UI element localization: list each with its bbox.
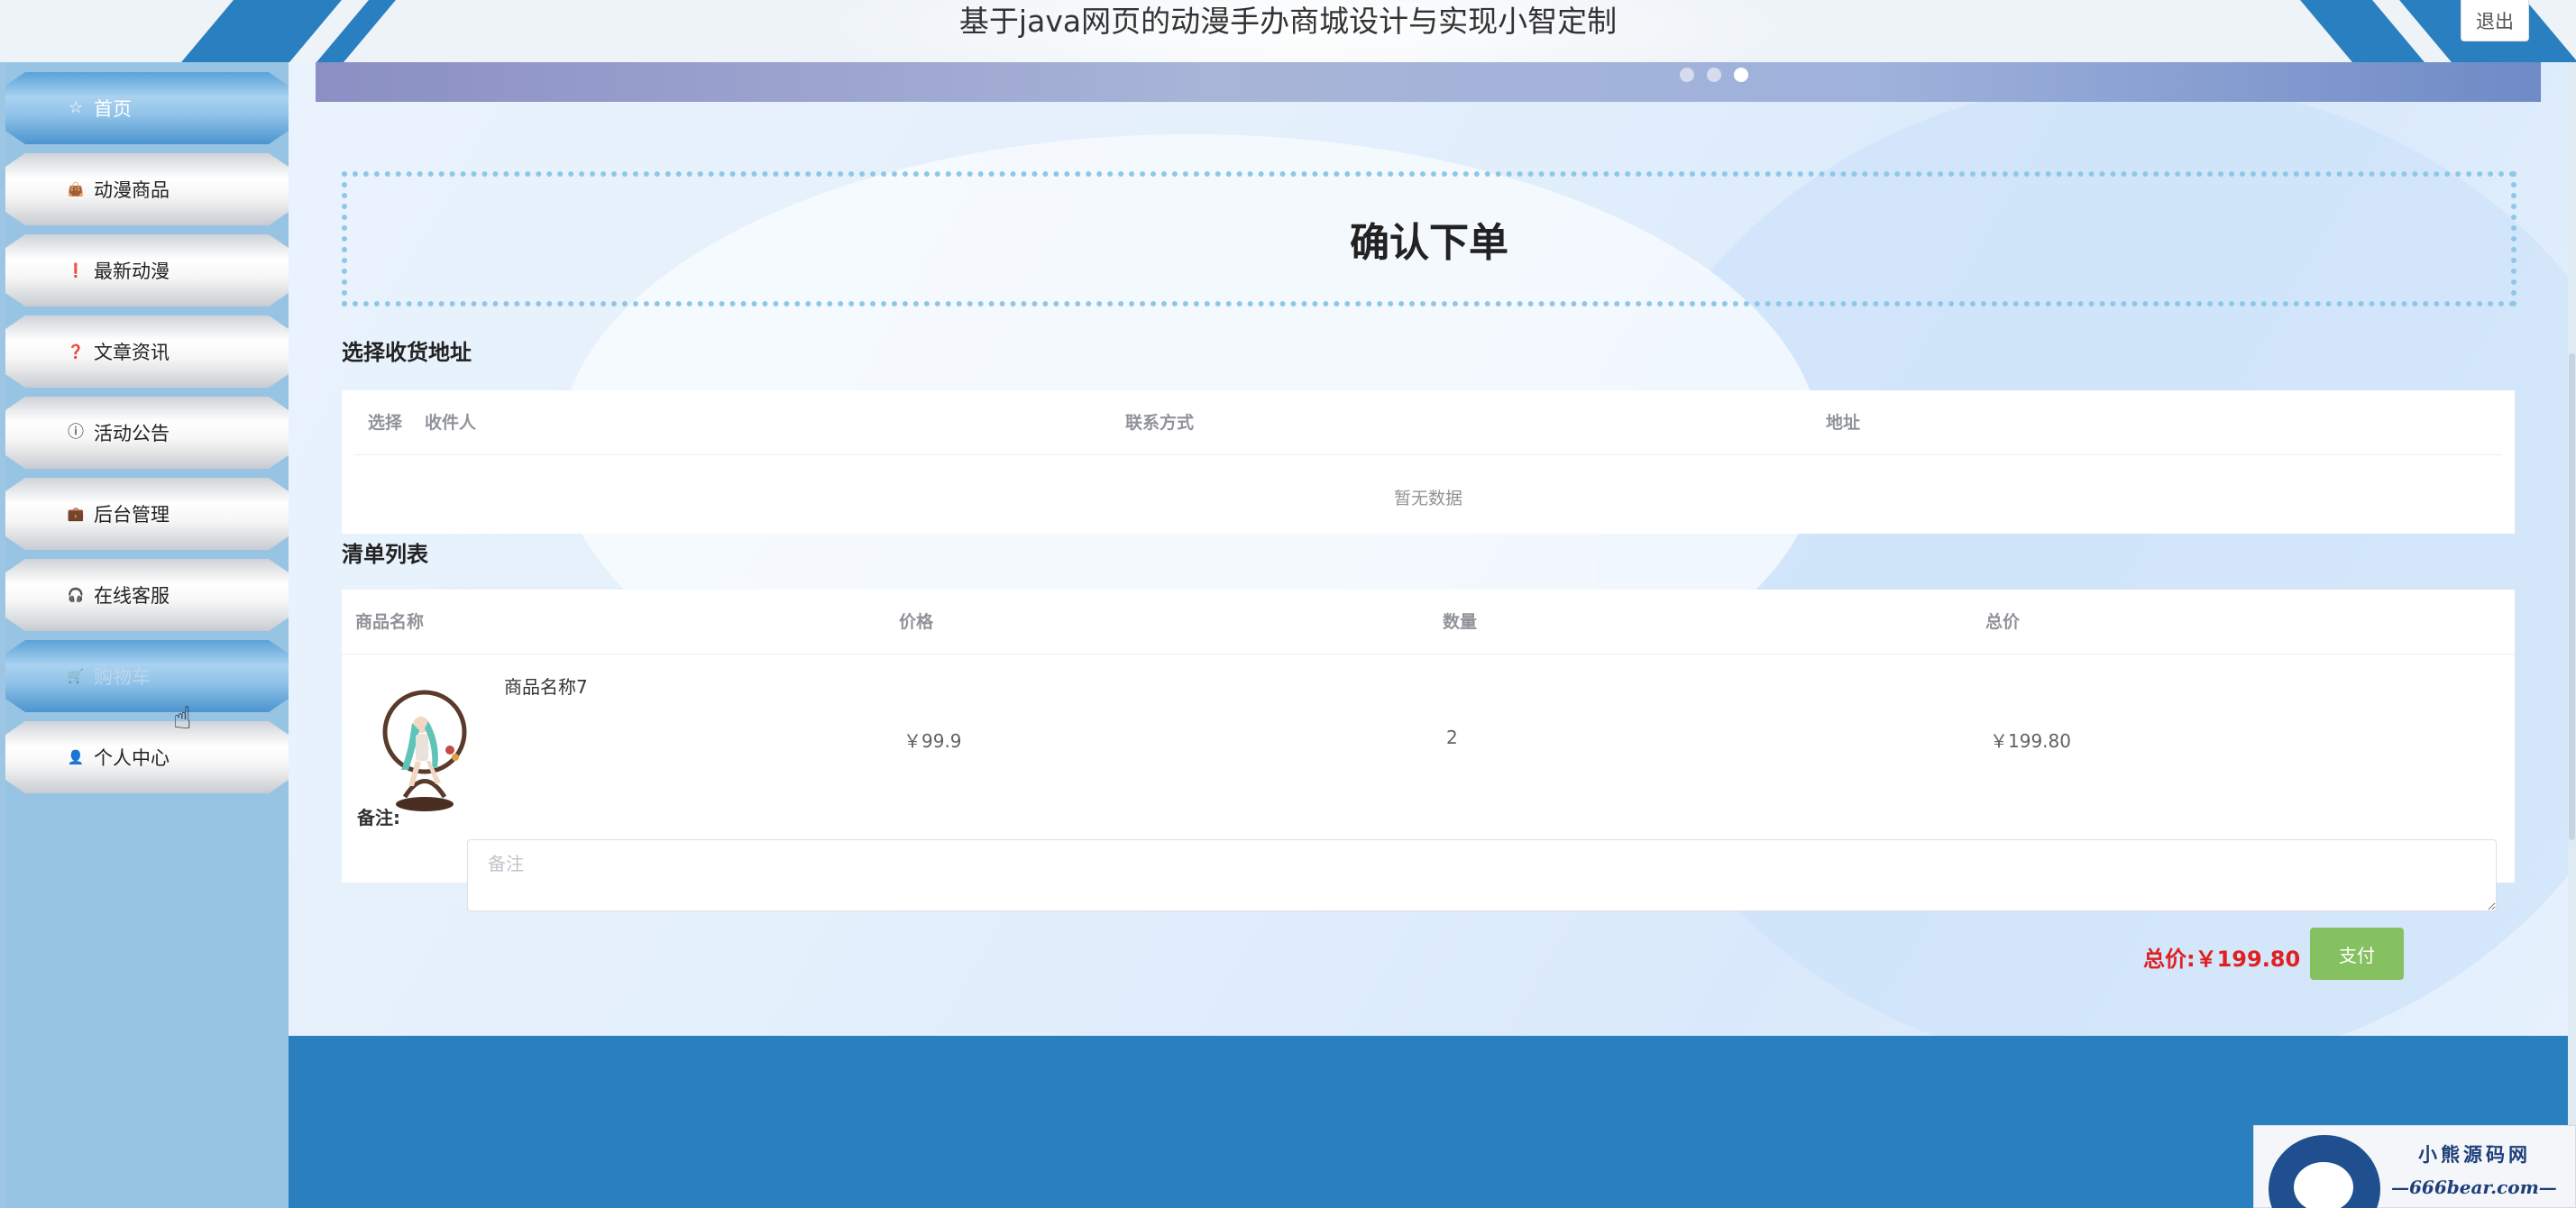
exclamation-circle-icon: ❗ [67,262,85,279]
sidebar-item-home[interactable]: ☆ 首页 [5,72,289,144]
sidebar-item-articles[interactable]: ❓ 文章资讯 [5,316,289,388]
product-image [369,680,477,815]
briefcase-icon: 💼 [67,506,85,522]
sidebar-item-anime-products[interactable]: 👜 动漫商品 [5,153,289,225]
sidebar-item-announcements[interactable]: ⓘ 活动公告 [5,397,289,469]
page-title: 确认下单 [1350,220,1508,266]
carousel-dot-2[interactable] [1707,68,1721,82]
pay-button[interactable]: 支付 [2310,928,2404,980]
info-circle-icon: ⓘ [68,423,84,442]
product-total: ￥199.80 [1990,730,2071,752]
carousel-dot-1[interactable] [1680,68,1694,82]
question-circle-icon: ❓ [67,343,85,360]
item-table-header: 商品名称 价格 数量 总价 [342,590,2515,654]
column-header-recipient: 收件人 [425,413,477,433]
sidebar-item-admin[interactable]: 💼 后台管理 [5,478,289,550]
page-footer [289,1036,2568,1208]
column-header-total: 总价 [1985,612,2021,632]
hand-cursor-icon: ☝ [173,700,192,737]
logout-button[interactable]: 退出 [2461,0,2529,41]
product-quantity: 2 [1446,727,1458,748]
watermark-cn-text: 小熊源码网 [2418,1143,2531,1166]
cart-icon: 🛒 [67,668,85,684]
star-icon: ☆ [68,98,84,117]
address-table-header: 选择 收件人 联系方式 地址 [354,390,2502,455]
sidebar-item-label: 文章资讯 [94,342,170,363]
sidebar-item-label: 首页 [94,98,132,120]
column-header-price: 价格 [899,612,934,632]
sidebar-item-cart[interactable]: 🛒 购物车 [5,640,289,712]
order-total-price: 总价:￥199.80 [2143,947,2301,972]
site-title: 基于java网页的动漫手办商城设计与实现小智定制 [958,4,1618,39]
remark-textarea[interactable] [467,839,2497,911]
sidebar-item-label: 最新动漫 [94,261,170,282]
top-header: 基于java网页的动漫手办商城设计与实现小智定制 退出 [0,0,2576,62]
column-header-contact: 联系方式 [1125,413,1195,433]
product-name: 商品名称7 [504,676,588,698]
sidebar-item-label: 动漫商品 [94,179,170,201]
product-price: ￥99.9 [903,730,962,752]
empty-data-text: 暂无数据 [1393,489,1462,508]
watermark-logo: 小熊源码网 —666bear.com— [2253,1125,2576,1208]
scrollbar-thumb[interactable] [2569,353,2575,840]
sidebar-item-latest-anime[interactable]: ❗ 最新动漫 [5,234,289,307]
sidebar-nav: ☆ 首页 👜 动漫商品 ❗ 最新动漫 ❓ 文章资讯 ⓘ 活动公告 💼 后台管理 … [5,62,289,1208]
list-section-title: 清单列表 [342,542,428,567]
main-content: 确认下单 选择收货地址 选择 收件人 联系方式 地址 暂无数据 清单列表 商品名… [289,62,2568,1036]
column-header-select: 选择 [368,413,403,433]
order-heading-box: 确认下单 [342,171,2516,307]
sidebar-item-profile[interactable]: 👤 个人中心 [5,721,289,793]
sidebar-item-label: 活动公告 [94,423,170,444]
bear-logo-icon [2269,1135,2380,1208]
column-header-product-name: 商品名称 [355,612,425,632]
shopping-bag-icon: 👜 [67,181,85,197]
carousel-banner[interactable] [316,62,2541,102]
table-row: 商品名称7 ￥99.9 2 ￥199.80 [342,654,2515,817]
carousel-dot-3[interactable] [1734,68,1748,82]
column-header-quantity: 数量 [1443,612,1478,632]
sidebar-item-label: 购物车 [94,666,151,688]
remark-label: 备注: [357,807,400,828]
sidebar-item-label: 个人中心 [94,747,170,769]
user-icon: 👤 [67,749,85,765]
address-table: 选择 收件人 联系方式 地址 暂无数据 [342,390,2515,534]
address-section-title: 选择收货地址 [342,340,472,365]
headset-icon: 🎧 [67,587,85,603]
sidebar-item-label: 后台管理 [94,504,170,526]
column-header-address: 地址 [1826,413,1861,433]
watermark-en-text: —666bear.com— [2391,1176,2557,1198]
sidebar-item-online-service[interactable]: 🎧 在线客服 [5,559,289,631]
sidebar-item-label: 在线客服 [94,585,170,607]
